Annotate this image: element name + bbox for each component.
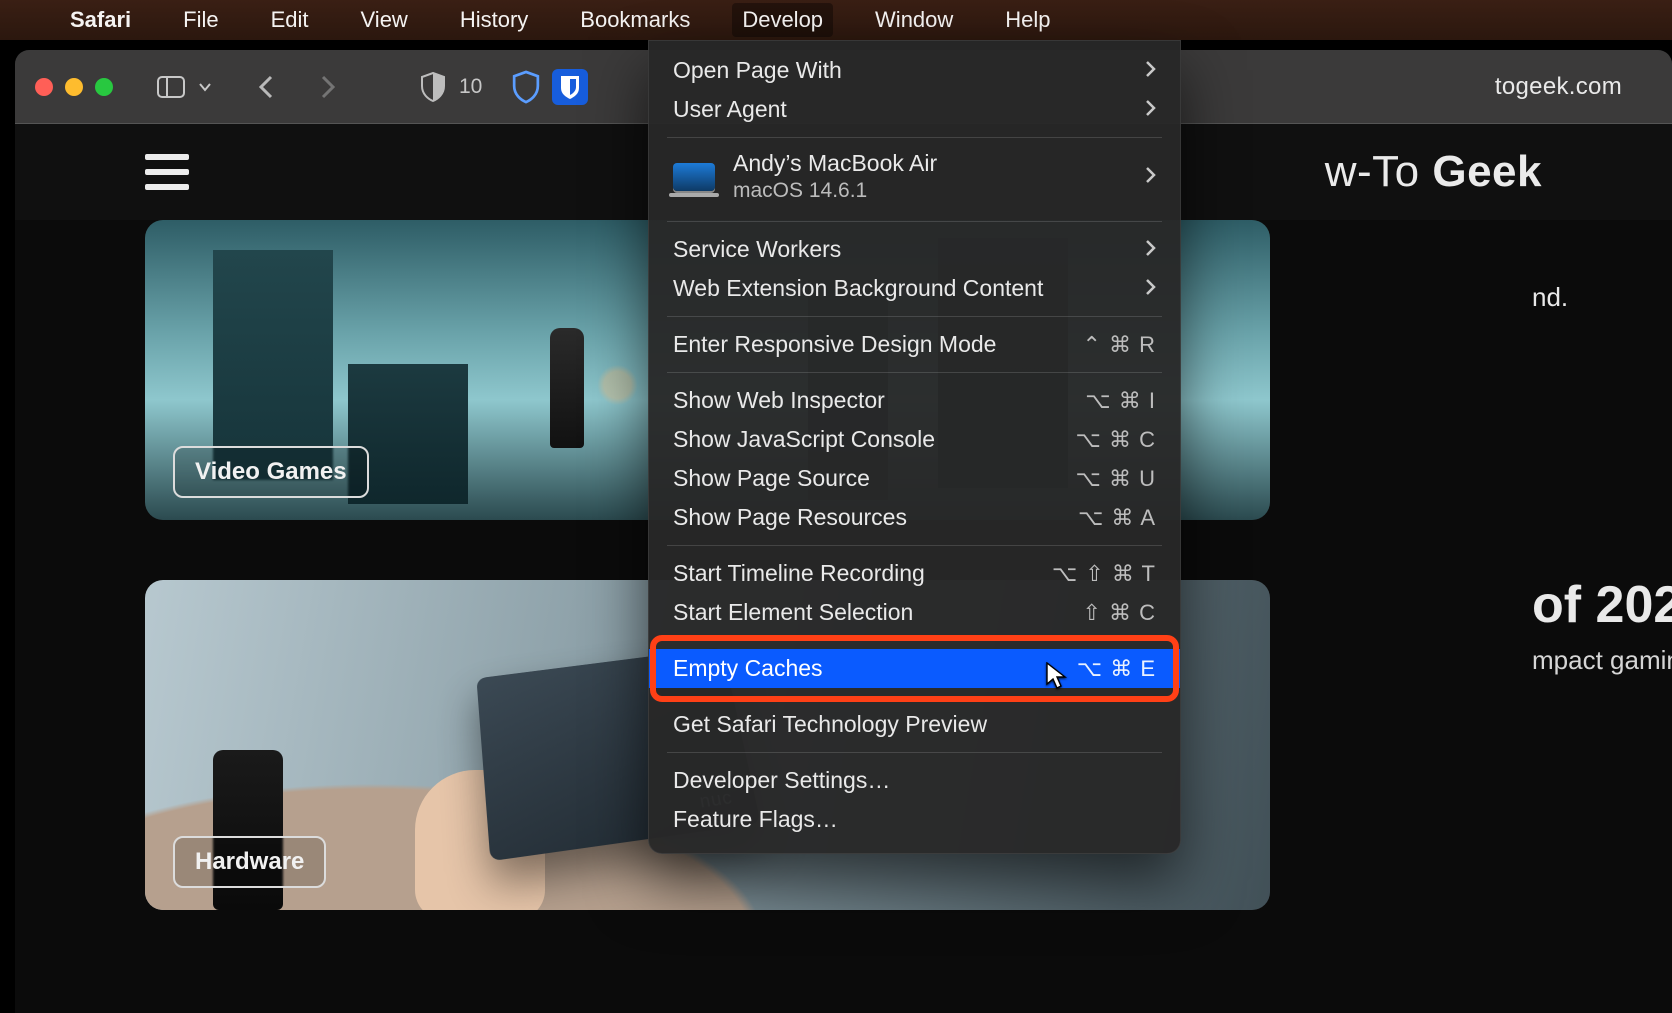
keyboard-shortcut: ⇧ ⌘ C <box>1082 600 1156 626</box>
chevron-right-icon <box>1144 57 1156 84</box>
menu-item-label: Enter Responsive Design Mode <box>673 331 996 358</box>
menu-start-element-selection[interactable]: Start Element Selection ⇧ ⌘ C <box>649 593 1180 632</box>
menu-show-page-resources[interactable]: Show Page Resources ⌥ ⌘ A <box>649 498 1180 537</box>
forward-button[interactable] <box>313 73 341 101</box>
menu-file[interactable]: File <box>173 3 228 37</box>
menu-view[interactable]: View <box>351 3 418 37</box>
bitwarden-extension-icon[interactable] <box>552 69 588 105</box>
menu-open-page-with[interactable]: Open Page With <box>649 51 1180 90</box>
article-headline-peek: of 2024 <box>1532 575 1672 635</box>
menu-separator <box>667 221 1162 222</box>
menu-service-workers[interactable]: Service Workers <box>649 230 1180 269</box>
menu-item-label: Feature Flags… <box>673 806 838 833</box>
sidebar-icon <box>157 73 185 101</box>
menu-get-safari-technology-preview[interactable]: Get Safari Technology Preview <box>649 705 1180 744</box>
develop-menu-dropdown: Open Page With User Agent Andy’s MacBook… <box>648 40 1181 854</box>
menu-empty-caches[interactable]: Empty Caches ⌥ ⌘ E <box>649 649 1180 688</box>
macos-menubar: Safari File Edit View History Bookmarks … <box>0 0 1672 40</box>
menu-separator <box>667 545 1162 546</box>
keyboard-shortcut: ⌥ ⌘ C <box>1076 427 1156 453</box>
menu-item-label: Web Extension Background Content <box>673 275 1043 302</box>
menu-item-label: Open Page With <box>673 57 842 84</box>
chevron-right-icon <box>1144 96 1156 123</box>
menu-separator <box>667 372 1162 373</box>
chevron-right-icon <box>1144 163 1156 190</box>
minimize-window-button[interactable] <box>65 78 83 96</box>
menu-edit[interactable]: Edit <box>261 3 319 37</box>
chevron-right-icon <box>1144 236 1156 263</box>
menu-item-label: Developer Settings… <box>673 767 890 794</box>
keyboard-shortcut: ⌥ ⌘ E <box>1077 656 1156 682</box>
device-name: Andy’s MacBook Air <box>733 150 937 177</box>
article-excerpt: nd. <box>1532 280 1672 315</box>
back-button[interactable] <box>253 73 281 101</box>
keyboard-shortcut: ⌃ ⌘ R <box>1082 332 1156 358</box>
menu-item-label: Empty Caches <box>673 655 823 682</box>
menu-responsive-design-mode[interactable]: Enter Responsive Design Mode ⌃ ⌘ R <box>649 325 1180 364</box>
tracker-count: 10 <box>459 75 482 99</box>
chevron-down-icon <box>191 73 219 101</box>
menu-help[interactable]: Help <box>995 3 1060 37</box>
menu-develop[interactable]: Develop <box>732 3 833 37</box>
menu-separator <box>667 137 1162 138</box>
menu-item-label: Show Page Resources <box>673 504 907 531</box>
keyboard-shortcut: ⌥ ⇧ ⌘ T <box>1052 561 1156 587</box>
menu-start-timeline-recording[interactable]: Start Timeline Recording ⌥ ⇧ ⌘ T <box>649 554 1180 593</box>
menu-user-agent[interactable]: User Agent <box>649 90 1180 129</box>
mouse-cursor-icon <box>1046 662 1070 686</box>
menu-item-label: Show Web Inspector <box>673 387 885 414</box>
fullscreen-window-button[interactable] <box>95 78 113 96</box>
chevron-right-icon <box>1144 275 1156 302</box>
close-window-button[interactable] <box>35 78 53 96</box>
site-logo[interactable]: w-To Geek <box>1325 147 1542 197</box>
menu-item-label: Get Safari Technology Preview <box>673 711 987 738</box>
keyboard-shortcut: ⌥ ⌘ I <box>1085 388 1156 414</box>
device-os: macOS 14.6.1 <box>733 179 937 203</box>
menu-separator <box>667 316 1162 317</box>
menu-show-web-inspector[interactable]: Show Web Inspector ⌥ ⌘ I <box>649 381 1180 420</box>
menu-history[interactable]: History <box>450 3 538 37</box>
menu-web-extension-bg-content[interactable]: Web Extension Background Content <box>649 269 1180 308</box>
menu-show-page-source[interactable]: Show Page Source ⌥ ⌘ U <box>649 459 1180 498</box>
menu-developer-settings[interactable]: Developer Settings… <box>649 761 1180 800</box>
menu-item-label: User Agent <box>673 96 787 123</box>
menu-show-js-console[interactable]: Show JavaScript Console ⌥ ⌘ C <box>649 420 1180 459</box>
keyboard-shortcut: ⌥ ⌘ U <box>1076 466 1156 492</box>
app-menu[interactable]: Safari <box>60 3 141 37</box>
keyboard-shortcut: ⌥ ⌘ A <box>1078 505 1156 531</box>
menu-connected-device[interactable]: Andy’s MacBook Air macOS 14.6.1 <box>649 146 1180 213</box>
menu-separator <box>667 640 1162 641</box>
site-menu-button[interactable] <box>145 154 189 190</box>
menu-item-label: Service Workers <box>673 236 841 263</box>
secondary-shield-icon[interactable] <box>512 73 540 101</box>
menu-window[interactable]: Window <box>865 3 963 37</box>
sidebar-toggle[interactable] <box>157 73 219 101</box>
menu-item-label: Show JavaScript Console <box>673 426 935 453</box>
logo-text-1: w-To <box>1325 147 1433 196</box>
category-tag[interactable]: Hardware <box>173 836 326 888</box>
window-controls <box>35 78 113 96</box>
logo-text-2: Geek <box>1432 147 1542 196</box>
article-text-peek: nd. of 2024 mpact gaming ma <box>1532 220 1672 676</box>
menu-feature-flags[interactable]: Feature Flags… <box>649 800 1180 839</box>
privacy-shield-icon[interactable] <box>419 73 447 101</box>
article-subhead-peek: mpact gaming ma <box>1532 645 1672 676</box>
address-bar-text[interactable]: togeek.com <box>1495 73 1622 101</box>
menu-separator <box>667 696 1162 697</box>
menu-item-label: Start Timeline Recording <box>673 560 925 587</box>
menu-item-label: Show Page Source <box>673 465 870 492</box>
menu-bookmarks[interactable]: Bookmarks <box>570 3 700 37</box>
menu-separator <box>667 752 1162 753</box>
menu-item-label: Start Element Selection <box>673 599 913 626</box>
category-tag[interactable]: Video Games <box>173 446 369 498</box>
macbook-icon <box>673 163 715 191</box>
